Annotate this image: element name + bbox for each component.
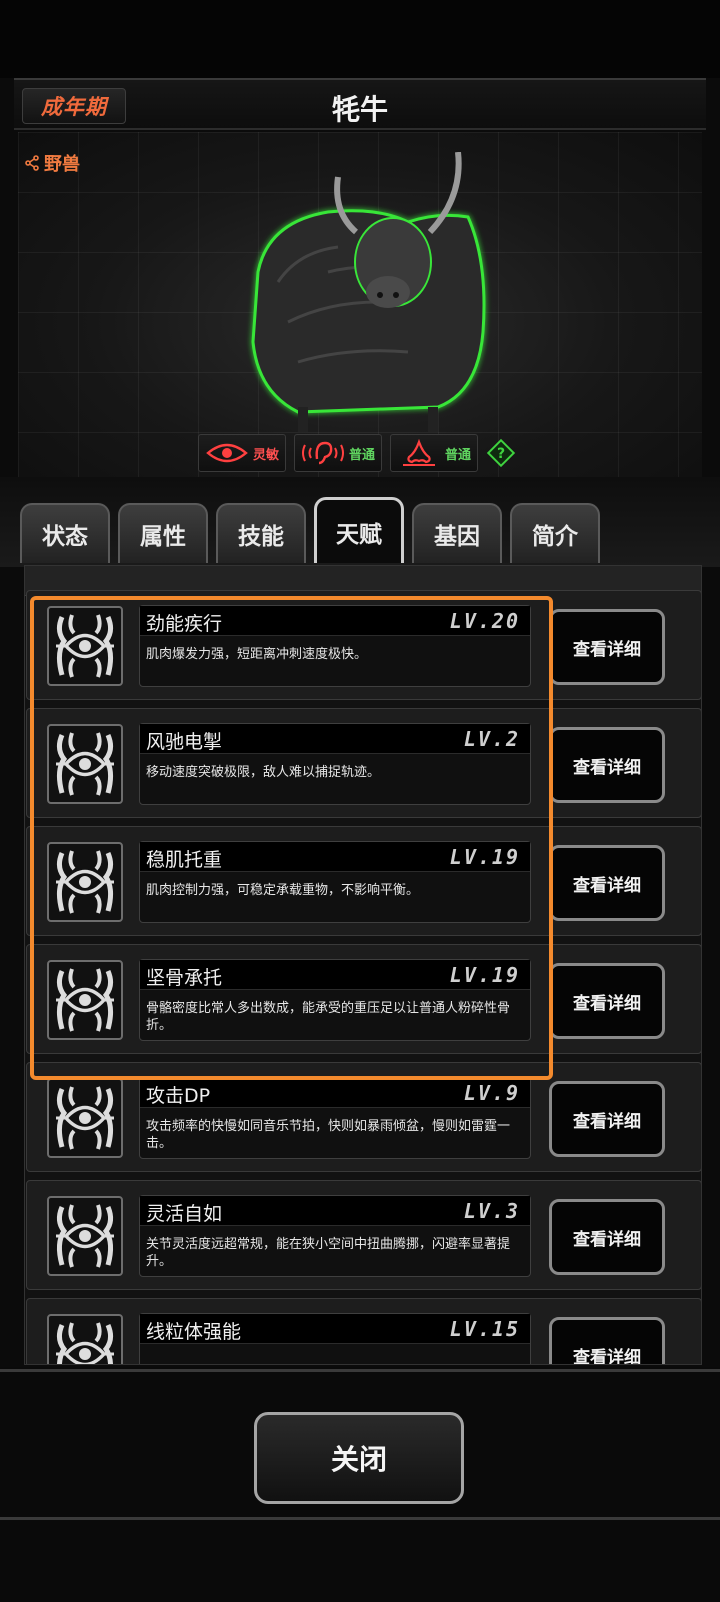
view-detail-button[interactable]: 查看详细	[549, 1317, 665, 1364]
talent-name-row: 攻击DP LV.9	[140, 1078, 530, 1108]
footer: 关闭	[0, 1367, 720, 1602]
category-link[interactable]: 野兽	[24, 150, 80, 176]
talent-info: 劲能疾行 LV.20 肌肉爆发力强，短距离冲刺速度极快。	[139, 605, 531, 687]
talent-name: 劲能疾行	[146, 613, 223, 635]
yak-image	[251, 152, 486, 432]
talent-card: 风驰电掣 LV.2 移动速度突破极限，敌人难以捕捉轨迹。 查看详细	[26, 708, 701, 818]
talent-name: 攻击DP	[146, 1085, 211, 1107]
sense-sight-label: 灵敏	[253, 447, 280, 463]
talent-description: 关节灵活度远超常规，能在狭小空间中扭曲腾挪，闪避率显著提升。	[146, 1237, 511, 1269]
talent-description: 肌肉爆发力强，短距离冲刺速度极快。	[146, 647, 368, 662]
view-detail-button[interactable]: 查看详细	[549, 609, 665, 685]
talent-list[interactable]: 劲能疾行 LV.20 肌肉爆发力强，短距离冲刺速度极快。 查看详细 风驰电掣 LV.2 移动…	[24, 565, 702, 1365]
view-detail-button[interactable]: 查看详细	[549, 845, 665, 921]
view-detail-button[interactable]: 查看详细	[549, 963, 665, 1039]
talent-level: LV.19	[449, 845, 520, 869]
talent-emblem-icon	[56, 968, 114, 1032]
talent-info: 风驰电掣 LV.2 移动速度突破极限，敌人难以捕捉轨迹。	[139, 723, 531, 805]
talent-emblem-icon	[56, 850, 114, 914]
talent-icon	[47, 1196, 123, 1276]
talent-icon	[47, 960, 123, 1040]
view-detail-button[interactable]: 查看详细	[549, 727, 665, 803]
help-button[interactable]: ?	[486, 438, 516, 468]
close-button[interactable]: 关闭	[254, 1412, 464, 1504]
tab-bar: 状态 属性 技能 天赋 基因 简介	[0, 477, 720, 567]
header: 成年期 牦牛	[14, 78, 706, 130]
tab-status[interactable]: 状态	[20, 503, 110, 563]
talent-level: LV.2	[463, 727, 520, 751]
talent-level: LV.3	[463, 1199, 520, 1223]
talent-name: 风驰电掣	[146, 731, 223, 753]
talent-emblem-icon	[56, 1204, 114, 1268]
talent-icon	[47, 842, 123, 922]
category-label: 野兽	[44, 154, 80, 175]
page-title: 牦牛	[331, 93, 388, 126]
talent-icon	[47, 1078, 123, 1158]
talent-name-row: 劲能疾行 LV.20	[140, 606, 530, 636]
sense-smell-label: 普通	[445, 447, 472, 463]
talent-name: 稳肌托重	[146, 849, 223, 871]
talent-card: 攻击DP LV.9 攻击频率的快慢如同音乐节拍，快则如暴雨倾盆，慢则如雷霆一击。 查看…	[26, 1062, 701, 1172]
talent-name: 灵活自如	[146, 1203, 223, 1225]
talent-name-row: 灵活自如 LV.3	[140, 1196, 530, 1226]
talent-name: 线粒体强能	[146, 1321, 242, 1343]
talent-card: 灵活自如 LV.3 关节灵活度远超常规，能在狭小空间中扭曲腾挪，闪避率显著提升。 查看…	[26, 1180, 701, 1290]
talent-description: 移动速度突破极限，敌人难以捕捉轨迹。	[146, 765, 381, 780]
talent-level: LV.19	[449, 963, 520, 987]
talent-name-row: 坚骨承托 LV.19	[140, 960, 530, 990]
question-icon: ?	[486, 438, 516, 468]
senses-row: 灵敏 普通 普通 ?	[198, 434, 516, 472]
eye-icon	[206, 443, 248, 463]
tab-talents[interactable]: 天赋	[314, 497, 404, 563]
talent-info: 稳肌托重 LV.19 肌肉控制力强，可稳定承载重物，不影响平衡。	[139, 841, 531, 923]
status-bar-area	[0, 0, 720, 78]
talent-name: 坚骨承托	[146, 967, 223, 989]
talent-info: 攻击DP LV.9 攻击频率的快慢如同音乐节拍，快则如暴雨倾盆，慢则如雷霆一击。	[139, 1077, 531, 1159]
ear-icon	[302, 441, 345, 465]
view-detail-button[interactable]: 查看详细	[549, 1081, 665, 1157]
talent-info: 坚骨承托 LV.19 骨骼密度比常人多出数成，能承受的重压足以让普通人粉碎性骨折。	[139, 959, 531, 1041]
talent-emblem-icon	[56, 1322, 114, 1364]
talent-description: 肌肉控制力强，可稳定承载重物，不影响平衡。	[146, 883, 420, 898]
talent-emblem-icon	[56, 614, 114, 678]
talent-icon	[47, 1314, 123, 1364]
talent-level: LV.15	[449, 1317, 520, 1341]
talent-card: 坚骨承托 LV.19 骨骼密度比常人多出数成，能承受的重压足以让普通人粉碎性骨折。 查…	[26, 944, 701, 1054]
sense-hearing-label: 普通	[349, 447, 376, 463]
talent-card: 劲能疾行 LV.20 肌肉爆发力强，短距离冲刺速度极快。 查看详细	[26, 590, 701, 700]
share-icon	[25, 155, 39, 171]
sense-sight[interactable]: 灵敏	[198, 434, 287, 472]
talent-card: 线粒体强能 LV.15 查看详细	[26, 1298, 701, 1364]
talent-level: LV.20	[449, 609, 520, 633]
nose-icon	[403, 439, 436, 466]
talent-name-row: 风驰电掣 LV.2	[140, 724, 530, 754]
talent-description: 攻击频率的快慢如同音乐节拍，快则如暴雨倾盆，慢则如雷霆一击。	[146, 1119, 511, 1151]
sense-hearing[interactable]: 普通	[294, 434, 383, 472]
view-detail-button[interactable]: 查看详细	[549, 1199, 665, 1275]
tab-attributes[interactable]: 属性	[118, 503, 208, 563]
talent-card: 稳肌托重 LV.19 肌肉控制力强，可稳定承载重物，不影响平衡。 查看详细	[26, 826, 701, 936]
talent-description: 骨骼密度比常人多出数成，能承受的重压足以让普通人粉碎性骨折。	[146, 1001, 511, 1033]
talent-name-row: 稳肌托重 LV.19	[140, 842, 530, 872]
svg-text:?: ?	[497, 446, 505, 462]
tab-genes[interactable]: 基因	[412, 503, 502, 563]
talent-name-row: 线粒体强能 LV.15	[140, 1314, 530, 1344]
talent-icon	[47, 606, 123, 686]
talent-icon	[47, 724, 123, 804]
talent-emblem-icon	[56, 1086, 114, 1150]
tab-skills[interactable]: 技能	[216, 503, 306, 563]
tab-intro[interactable]: 简介	[510, 503, 600, 563]
talent-info: 灵活自如 LV.3 关节灵活度远超常规，能在狭小空间中扭曲腾挪，闪避率显著提升。	[139, 1195, 531, 1277]
sense-smell[interactable]: 普通	[390, 434, 479, 472]
talent-level: LV.9	[463, 1081, 520, 1105]
talent-emblem-icon	[56, 732, 114, 796]
creature-portrait: 野兽 灵敏 普通 普通 ?	[18, 132, 702, 477]
talent-info: 线粒体强能 LV.15	[139, 1313, 531, 1364]
